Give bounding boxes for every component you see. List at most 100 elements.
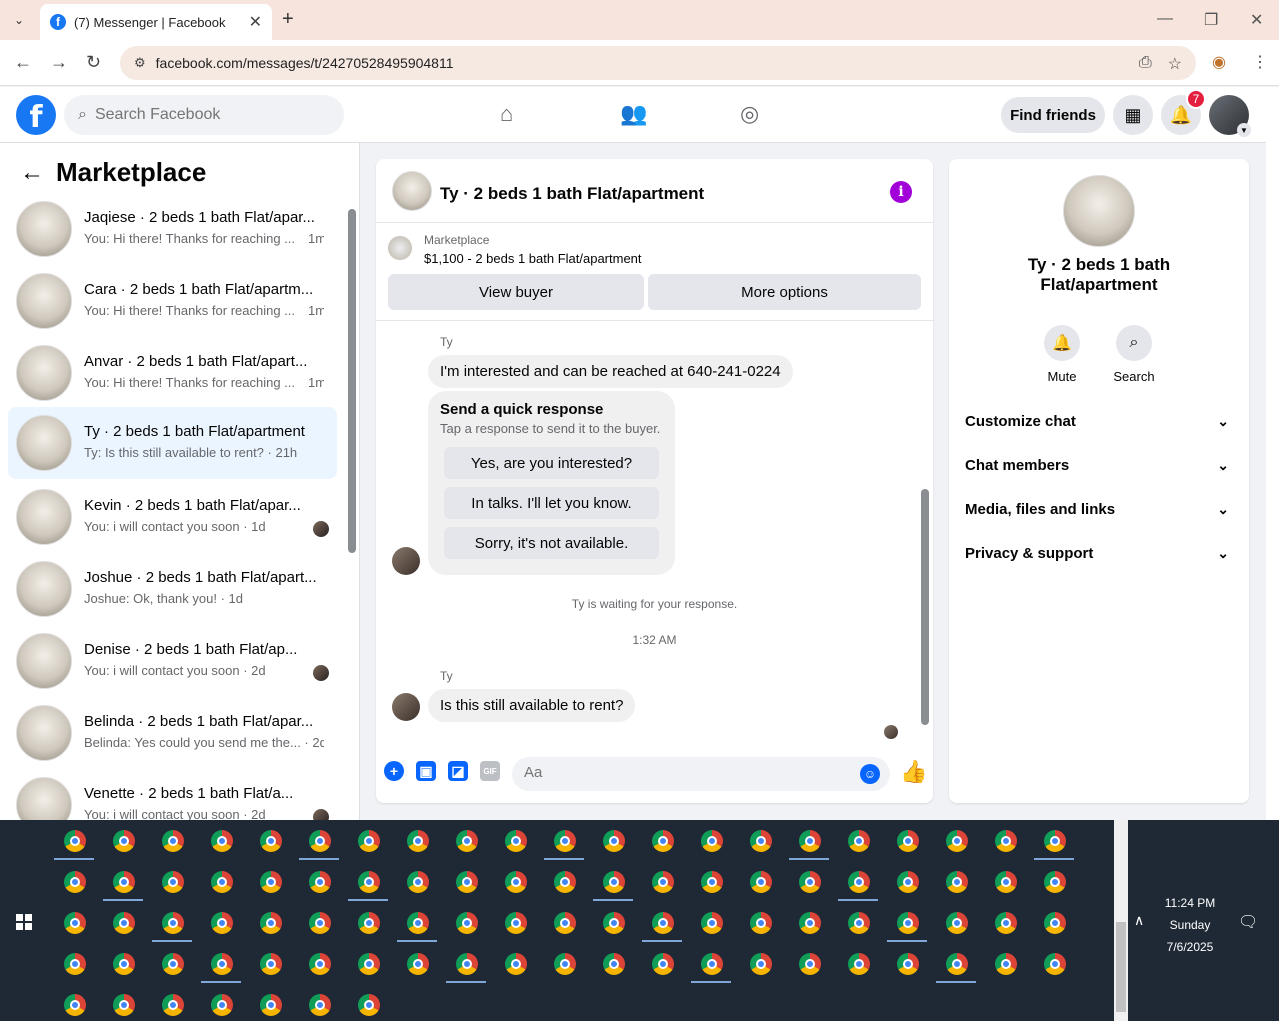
chrome-taskbar-icon[interactable] [554, 953, 576, 975]
profile-icon[interactable]: ◉ [1212, 52, 1226, 72]
chrome-taskbar-icon[interactable] [750, 830, 772, 852]
quick-response-option[interactable]: Yes, are you interested? [444, 447, 659, 479]
privacy-support-row[interactable]: Privacy & support ⌄ [965, 545, 1233, 569]
conversation-item[interactable]: Joshue · 2 beds 1 bath Flat/apart... Jos… [8, 557, 337, 621]
chrome-taskbar-icon[interactable] [848, 953, 870, 975]
taskbar-clock[interactable]: 11:24 PM Sunday 7/6/2025 [1160, 892, 1220, 958]
message-bubble[interactable]: Is this still available to rent? [428, 689, 636, 722]
info-icon[interactable]: i [890, 181, 912, 203]
forward-button[interactable]: → [50, 52, 68, 73]
chrome-taskbar-icon[interactable] [407, 871, 429, 893]
conversation-item[interactable]: Anvar · 2 beds 1 bath Flat/apart... You:… [8, 341, 337, 405]
page-scrollbar[interactable] [1266, 87, 1279, 820]
sticker-icon[interactable]: ◪ [448, 761, 468, 781]
chrome-taskbar-icon[interactable] [456, 830, 478, 852]
chrome-taskbar-icon[interactable] [211, 953, 233, 975]
close-window-button[interactable]: ✕ [1250, 10, 1263, 30]
facebook-search[interactable]: ⌕ [64, 95, 344, 135]
message-bubble[interactable]: I'm interested and can be reached at 640… [428, 355, 793, 388]
chrome-taskbar-icon[interactable] [407, 830, 429, 852]
facebook-logo-icon[interactable]: f [16, 95, 56, 135]
chrome-taskbar-icon[interactable] [309, 994, 331, 1016]
chrome-taskbar-icon[interactable] [799, 830, 821, 852]
chrome-taskbar-icon[interactable] [995, 912, 1017, 934]
bookmark-star-icon[interactable]: ☆ [1168, 54, 1182, 74]
scrollbar-thumb[interactable] [921, 489, 929, 725]
quick-response-option[interactable]: In talks. I'll let you know. [444, 487, 659, 519]
chrome-taskbar-icon[interactable] [995, 953, 1017, 975]
chrome-taskbar-icon[interactable] [260, 994, 282, 1016]
chrome-taskbar-icon[interactable] [113, 994, 135, 1016]
chrome-taskbar-icon[interactable] [358, 871, 380, 893]
emoji-icon[interactable]: ☺ [860, 764, 880, 784]
chrome-taskbar-icon[interactable] [897, 953, 919, 975]
message-input[interactable] [524, 764, 824, 781]
chrome-taskbar-icon[interactable] [64, 830, 86, 852]
chrome-taskbar-icon[interactable] [603, 953, 625, 975]
conversation-item[interactable]: Jaqiese · 2 beds 1 bath Flat/apar... You… [8, 197, 337, 261]
search-input[interactable] [94, 106, 295, 124]
install-app-icon[interactable]: ⎙ [1139, 54, 1152, 74]
conversation-item[interactable]: Kevin · 2 beds 1 bath Flat/apar... You: … [8, 485, 337, 549]
chrome-taskbar-icon[interactable] [309, 953, 331, 975]
customize-chat-row[interactable]: Customize chat ⌄ [965, 413, 1233, 437]
new-tab-button[interactable]: + [282, 8, 294, 31]
chrome-taskbar-icon[interactable] [603, 830, 625, 852]
chrome-taskbar-icon[interactable] [652, 830, 674, 852]
chrome-taskbar-icon[interactable] [211, 994, 233, 1016]
chrome-taskbar-icon[interactable] [652, 912, 674, 934]
address-bar[interactable]: ⚙ facebook.com/messages/t/24270528495904… [120, 46, 1196, 80]
chrome-taskbar-icon[interactable] [456, 912, 478, 934]
chrome-taskbar-icon[interactable] [946, 912, 968, 934]
search-button[interactable]: ⌕ Search [1104, 325, 1164, 384]
find-friends-button[interactable]: Find friends [1001, 97, 1105, 133]
view-buyer-button[interactable]: View buyer [388, 274, 644, 310]
chrome-taskbar-icon[interactable] [652, 953, 674, 975]
sender-avatar[interactable] [392, 547, 420, 575]
chrome-taskbar-icon[interactable] [456, 871, 478, 893]
chrome-taskbar-icon[interactable] [113, 953, 135, 975]
chrome-taskbar-icon[interactable] [309, 830, 331, 852]
chat-members-row[interactable]: Chat members ⌄ [965, 457, 1233, 481]
chrome-taskbar-icon[interactable] [64, 912, 86, 934]
close-tab-icon[interactable]: ✕ [249, 12, 262, 32]
chrome-taskbar-icon[interactable] [701, 912, 723, 934]
back-button[interactable]: ← [14, 52, 32, 73]
chrome-taskbar-icon[interactable] [505, 912, 527, 934]
chrome-taskbar-icon[interactable] [407, 953, 429, 975]
chrome-taskbar-icon[interactable] [211, 912, 233, 934]
chrome-taskbar-icon[interactable] [1044, 912, 1066, 934]
chrome-taskbar-icon[interactable] [260, 912, 282, 934]
chrome-taskbar-icon[interactable] [64, 994, 86, 1016]
chrome-taskbar-icon[interactable] [358, 912, 380, 934]
chrome-taskbar-icon[interactable] [701, 871, 723, 893]
groups-icon[interactable]: ◎ [740, 101, 759, 127]
taskbar-scrollbar[interactable] [1114, 820, 1128, 1021]
menu-grid-icon[interactable]: ▦ [1113, 95, 1153, 135]
scrollbar-thumb[interactable] [348, 209, 356, 553]
chrome-taskbar-icon[interactable] [554, 912, 576, 934]
chrome-taskbar-icon[interactable] [505, 953, 527, 975]
browser-menu-icon[interactable]: ⋮ [1252, 52, 1268, 72]
reload-button[interactable]: ↻ [86, 52, 101, 73]
chrome-taskbar-icon[interactable] [897, 871, 919, 893]
chrome-taskbar-icon[interactable] [260, 953, 282, 975]
notification-center-icon[interactable]: 🗨 [1238, 912, 1258, 932]
chrome-taskbar-icon[interactable] [750, 912, 772, 934]
chrome-taskbar-icon[interactable] [750, 871, 772, 893]
chrome-taskbar-icon[interactable] [848, 871, 870, 893]
listing-price[interactable]: $1,100 - 2 beds 1 bath Flat/apartment [424, 251, 642, 266]
chrome-taskbar-icon[interactable] [946, 953, 968, 975]
chevron-up-icon[interactable]: ∧ [1134, 912, 1144, 929]
chat-title[interactable]: Ty · 2 beds 1 bath Flat/apartment [440, 184, 704, 204]
chrome-taskbar-icon[interactable] [113, 830, 135, 852]
chrome-taskbar-icon[interactable] [554, 871, 576, 893]
chrome-taskbar-icon[interactable] [995, 830, 1017, 852]
plus-icon[interactable]: + [384, 761, 404, 781]
chrome-taskbar-icon[interactable] [750, 953, 772, 975]
conversation-item[interactable]: Belinda · 2 beds 1 bath Flat/apar... Bel… [8, 701, 337, 765]
site-info-icon[interactable]: ⚙ [134, 55, 146, 71]
home-icon[interactable]: ⌂ [500, 101, 513, 127]
message-input-box[interactable]: ☺ [512, 757, 890, 791]
chrome-taskbar-icon[interactable] [162, 953, 184, 975]
